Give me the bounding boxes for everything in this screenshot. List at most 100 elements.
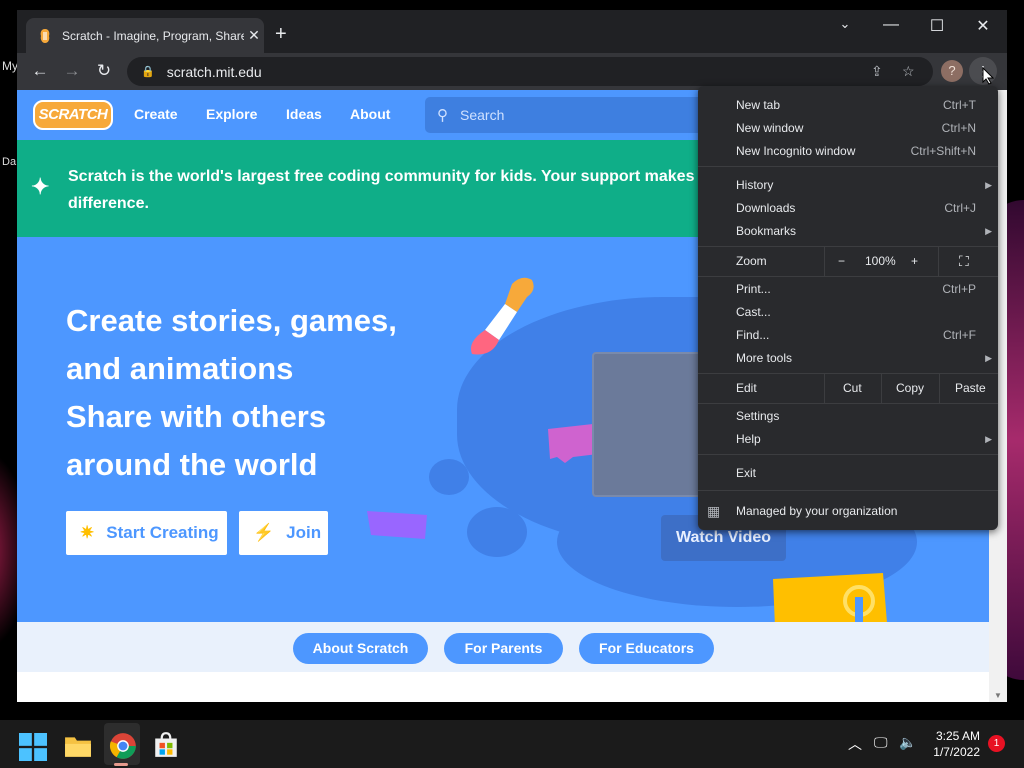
join-button[interactable]: ⚡ Join bbox=[239, 511, 328, 555]
menu-divider bbox=[698, 276, 998, 277]
reload-icon[interactable]: ↻ bbox=[93, 61, 115, 83]
bookmark-star-icon[interactable]: ☆ bbox=[902, 63, 915, 80]
menu-divider bbox=[938, 246, 939, 276]
nav-explore[interactable]: Explore bbox=[206, 106, 257, 122]
menu-divider bbox=[698, 454, 998, 455]
hero-blob bbox=[429, 459, 469, 495]
submenu-arrow-icon: ▶ bbox=[985, 226, 992, 236]
share-icon[interactable]: ⇪ bbox=[871, 63, 883, 80]
menu-item-bookmarks[interactable]: Bookmarks bbox=[736, 221, 796, 241]
zoom-in-button[interactable]: + bbox=[911, 251, 918, 271]
sparkle-icon: ✷ bbox=[80, 523, 95, 542]
file-explorer-icon[interactable] bbox=[64, 732, 92, 760]
hero-blob bbox=[467, 507, 527, 557]
new-tab-button[interactable]: + bbox=[275, 24, 287, 44]
paste-button[interactable]: Paste bbox=[955, 378, 986, 398]
taskbar: ︿ 🖵 🔈 3:25 AM 1/7/2022 1 bbox=[0, 720, 1024, 768]
menu-item-new-window[interactable]: New window bbox=[736, 118, 803, 138]
nav-about[interactable]: About bbox=[350, 106, 390, 122]
about-scratch-button[interactable]: About Scratch bbox=[293, 633, 428, 664]
menu-item-settings[interactable]: Settings bbox=[736, 406, 779, 426]
search-icon: ⚲ bbox=[437, 107, 448, 124]
sparkle-icon: ✦ bbox=[31, 174, 50, 199]
menu-item-downloads[interactable]: Downloads bbox=[736, 198, 795, 218]
menu-divider bbox=[698, 166, 998, 167]
desktop-icon-label[interactable]: My bbox=[2, 59, 18, 73]
for-educators-button[interactable]: For Educators bbox=[579, 633, 714, 664]
start-creating-label: Start Creating bbox=[106, 523, 219, 542]
scroll-down-arrow-icon[interactable]: ▼ bbox=[994, 691, 1002, 700]
hero-heading-line: Share with others bbox=[66, 399, 327, 434]
browser-tab[interactable]: Scratch - Imagine, Program, Share ✕ bbox=[26, 18, 264, 53]
submenu-arrow-icon: ▶ bbox=[985, 180, 992, 190]
close-window-button[interactable]: ✕ bbox=[968, 16, 998, 36]
banner-text: Scratch is the world's largest free codi… bbox=[68, 168, 708, 212]
submenu-arrow-icon: ▶ bbox=[985, 434, 992, 444]
network-icon[interactable]: 🖵 bbox=[874, 734, 888, 751]
menu-shortcut: Ctrl+T bbox=[943, 98, 976, 112]
hero-heading-line: around the world bbox=[66, 447, 318, 482]
cut-button[interactable]: Cut bbox=[843, 378, 862, 398]
browser-toolbar: ← → ↻ 🔒 scratch.mit.edu ⇪ ☆ ? ⋮ bbox=[17, 53, 1007, 90]
menu-item-history[interactable]: History bbox=[736, 175, 773, 195]
menu-item-new-tab[interactable]: New tab bbox=[736, 95, 780, 115]
menu-item-help[interactable]: Help bbox=[736, 429, 761, 449]
url-text[interactable]: scratch.mit.edu bbox=[167, 64, 262, 80]
menu-item-more-tools[interactable]: More tools bbox=[736, 348, 792, 368]
menu-divider bbox=[698, 373, 998, 374]
back-arrow-icon[interactable]: ← bbox=[29, 61, 51, 83]
address-bar[interactable]: 🔒 scratch.mit.edu ⇪ ☆ bbox=[127, 57, 933, 86]
zoom-level: 100% bbox=[865, 254, 896, 268]
zoom-out-button[interactable]: − bbox=[838, 251, 845, 271]
minimize-button[interactable]: — bbox=[876, 16, 906, 34]
menu-shortcut: Ctrl+F bbox=[943, 328, 976, 342]
chrome-menu: New tab Ctrl+T New window Ctrl+N New Inc… bbox=[698, 86, 998, 530]
clock-date: 1/7/2022 bbox=[933, 745, 980, 759]
copy-button[interactable]: Copy bbox=[896, 378, 924, 398]
lightning-icon: ⚡ bbox=[253, 523, 275, 542]
menu-divider bbox=[824, 373, 825, 403]
hero-heading-line: and animations bbox=[66, 351, 294, 386]
close-tab-icon[interactable]: ✕ bbox=[244, 27, 264, 44]
menu-divider bbox=[939, 373, 940, 403]
active-app-indicator bbox=[114, 763, 128, 766]
menu-item-cast[interactable]: Cast... bbox=[736, 302, 771, 322]
lock-icon[interactable]: 🔒 bbox=[141, 65, 155, 78]
join-label: Join bbox=[286, 523, 322, 542]
chevron-up-icon[interactable]: ︿ bbox=[848, 734, 862, 754]
menu-divider bbox=[698, 403, 998, 404]
desktop-icon-label[interactable]: Da bbox=[2, 156, 16, 168]
fullscreen-icon[interactable]: ⛶ bbox=[959, 251, 969, 271]
sub-navigation: About Scratch For Parents For Educators bbox=[17, 622, 989, 672]
for-parents-button[interactable]: For Parents bbox=[444, 633, 563, 664]
menu-item-print[interactable]: Print... bbox=[736, 279, 771, 299]
purple-block-icon bbox=[367, 511, 427, 539]
search-input[interactable]: ⚲ Search bbox=[425, 97, 725, 133]
tapping-hand-icon bbox=[773, 573, 887, 622]
nav-create[interactable]: Create bbox=[134, 106, 178, 122]
volume-icon[interactable]: 🔈 bbox=[899, 734, 916, 751]
profile-avatar[interactable]: ? bbox=[941, 60, 963, 82]
chrome-icon[interactable] bbox=[109, 732, 137, 760]
paintbrush-icon bbox=[470, 277, 534, 355]
maximize-button[interactable]: ☐ bbox=[922, 16, 952, 36]
mouse-cursor-icon bbox=[982, 67, 994, 85]
hero-heading-line: Create stories, games, bbox=[66, 303, 397, 338]
start-icon[interactable] bbox=[19, 733, 47, 761]
menu-item-find[interactable]: Find... bbox=[736, 325, 769, 345]
store-icon[interactable] bbox=[152, 731, 180, 759]
menu-shortcut: Ctrl+N bbox=[941, 121, 976, 135]
building-icon: ▦ bbox=[707, 503, 721, 519]
search-placeholder: Search bbox=[460, 107, 505, 123]
menu-item-exit[interactable]: Exit bbox=[736, 463, 756, 483]
managed-by-organization[interactable]: Managed by your organization bbox=[736, 501, 897, 521]
start-creating-button[interactable]: ✷ Start Creating bbox=[66, 511, 227, 555]
notification-badge[interactable]: 1 bbox=[988, 735, 1005, 752]
tab-search-icon[interactable]: ⌄ bbox=[830, 16, 860, 32]
scratch-logo[interactable]: SCRATCH bbox=[33, 100, 113, 130]
system-clock[interactable]: 3:25 AM 1/7/2022 bbox=[933, 728, 980, 760]
menu-item-new-incognito[interactable]: New Incognito window bbox=[736, 141, 855, 161]
forward-arrow-icon[interactable]: → bbox=[61, 61, 83, 83]
nav-ideas[interactable]: Ideas bbox=[286, 106, 322, 122]
clock-time: 3:25 AM bbox=[935, 729, 980, 743]
